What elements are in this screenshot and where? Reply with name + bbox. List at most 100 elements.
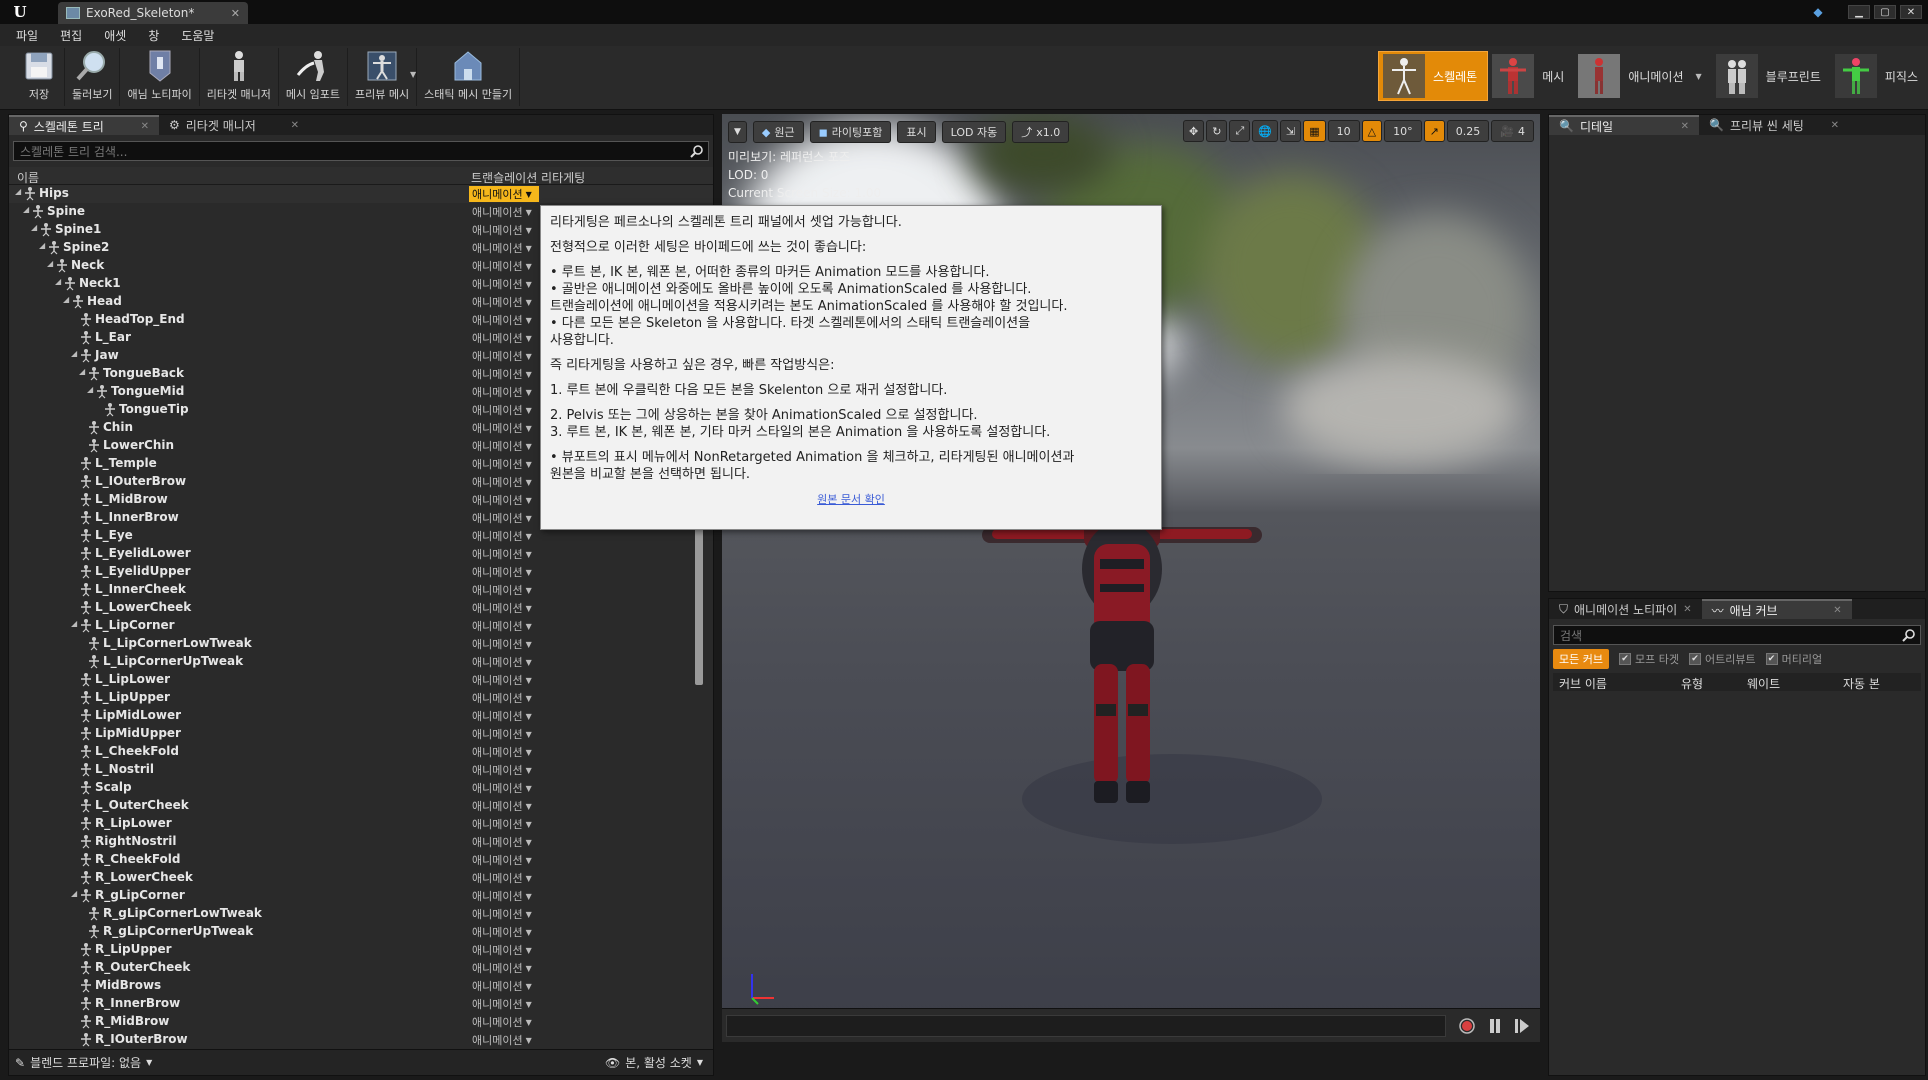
tab-skeleton-tree[interactable]: ⚲ 스켈레톤 트리 ✕ bbox=[9, 115, 159, 135]
bone-row[interactable]: R_LipUpper 애니메이션 ▼ bbox=[9, 941, 713, 959]
retarget-mode-dropdown[interactable]: 애니메이션 ▼ bbox=[469, 744, 539, 760]
retarget-mode-dropdown[interactable]: 애니메이션 ▼ bbox=[469, 492, 539, 508]
close-window-button[interactable]: ✕ bbox=[1900, 5, 1922, 19]
grid-snap-value[interactable]: 10 bbox=[1327, 120, 1360, 142]
retarget-mode-dropdown[interactable]: 애니메이션 ▼ bbox=[469, 618, 539, 634]
mode-skeleton-button[interactable]: 스켈레톤 bbox=[1378, 51, 1489, 101]
retarget-mode-dropdown[interactable]: 애니메이션 ▼ bbox=[469, 726, 539, 742]
bone-row[interactable]: L_OuterCheek 애니메이션 ▼ bbox=[9, 797, 713, 815]
bone-row[interactable]: L_LipCornerLowTweak 애니메이션 ▼ bbox=[9, 635, 713, 653]
grid-snap-icon[interactable]: ▦ bbox=[1303, 120, 1326, 142]
translate-icon[interactable]: ✥ bbox=[1183, 120, 1205, 142]
expand-arrow-icon[interactable]: ◢ bbox=[55, 277, 61, 286]
close-tab-icon[interactable]: ✕ bbox=[291, 120, 299, 131]
unreal-logo-icon[interactable]: U bbox=[0, 0, 40, 24]
expand-arrow-icon[interactable]: ◢ bbox=[71, 889, 77, 898]
retarget-mode-dropdown[interactable]: 애니메이션 ▼ bbox=[469, 456, 539, 472]
menu-file[interactable]: 파일 bbox=[16, 27, 38, 44]
bone-row[interactable]: R_OuterCheek 애니메이션 ▼ bbox=[9, 959, 713, 977]
close-tab-icon[interactable]: ✕ bbox=[1833, 605, 1841, 616]
retarget-mode-dropdown[interactable]: 애니메이션 ▼ bbox=[469, 330, 539, 346]
anim-notify-button[interactable]: 애님 노티파이 bbox=[120, 48, 200, 106]
bone-row[interactable]: LipMidLower 애니메이션 ▼ bbox=[9, 707, 713, 725]
column-type[interactable]: 유형 bbox=[1681, 675, 1703, 692]
retarget-mode-dropdown[interactable]: 애니메이션 ▼ bbox=[469, 204, 539, 220]
close-tab-icon[interactable]: ✕ bbox=[1683, 604, 1691, 615]
bone-row[interactable]: L_Nostril 애니메이션 ▼ bbox=[9, 761, 713, 779]
bone-row[interactable]: MidBrows 애니메이션 ▼ bbox=[9, 977, 713, 995]
lod-button[interactable]: LOD 자동 bbox=[941, 121, 1007, 143]
column-auto-bone[interactable]: 자동 본 bbox=[1843, 675, 1880, 692]
world-local-icon[interactable]: 🌐 bbox=[1252, 120, 1278, 142]
blend-profile-dropdown[interactable]: ✎ 블렌드 프로파일: 없음 ▼ bbox=[15, 1054, 152, 1071]
retarget-mode-dropdown[interactable]: 애니메이션 ▼ bbox=[469, 366, 539, 382]
expand-arrow-icon[interactable]: ◢ bbox=[15, 187, 21, 196]
surface-snap-icon[interactable]: ⇲ bbox=[1279, 120, 1302, 142]
bone-row[interactable]: L_CheekFold 애니메이션 ▼ bbox=[9, 743, 713, 761]
column-translation-retargeting[interactable]: 트랜슬레이션 리타게팅 bbox=[471, 169, 585, 186]
view-docs-link[interactable]: 원본 문서 확인 bbox=[550, 491, 1152, 508]
bone-row[interactable]: L_LipUpper 애니메이션 ▼ bbox=[9, 689, 713, 707]
viewport-options-button[interactable]: ▼ bbox=[728, 121, 747, 143]
retarget-mode-dropdown[interactable]: 애니메이션 ▼ bbox=[469, 312, 539, 328]
bone-row[interactable]: R_gLipCornerUpTweak 애니메이션 ▼ bbox=[9, 923, 713, 941]
retarget-mode-dropdown[interactable]: 애니메이션 ▼ bbox=[469, 654, 539, 670]
retarget-mode-dropdown[interactable]: 애니메이션 ▼ bbox=[469, 582, 539, 598]
retarget-mode-dropdown[interactable]: 애니메이션 ▼ bbox=[469, 222, 539, 238]
retarget-mode-dropdown[interactable]: 애니메이션 ▼ bbox=[469, 924, 539, 940]
preview-mesh-button[interactable]: 프리뷰 메시 ▼ bbox=[348, 48, 418, 106]
show-button[interactable]: 표시 bbox=[897, 121, 936, 143]
tab-preview-scene-settings[interactable]: 🔍 프리뷰 씬 세팅 ✕ bbox=[1699, 115, 1849, 135]
column-weight[interactable]: 웨이트 bbox=[1747, 675, 1780, 692]
retarget-mode-dropdown[interactable]: 애니메이션 ▼ bbox=[469, 870, 539, 886]
minimize-button[interactable]: ▁ bbox=[1848, 5, 1870, 19]
bone-row[interactable]: R_MidBrow 애니메이션 ▼ bbox=[9, 1013, 713, 1031]
close-tab-icon[interactable]: ✕ bbox=[231, 7, 240, 20]
menu-asset[interactable]: 애셋 bbox=[104, 27, 126, 44]
browse-button[interactable]: 둘러보기 bbox=[65, 48, 121, 106]
angle-snap-value[interactable]: 10° bbox=[1384, 120, 1422, 142]
retarget-mode-dropdown[interactable]: 애니메이션 ▼ bbox=[469, 240, 539, 256]
retarget-mode-dropdown[interactable]: 애니메이션 ▼ bbox=[469, 762, 539, 778]
expand-arrow-icon[interactable]: ◢ bbox=[71, 619, 77, 628]
bone-row[interactable]: R_IOuterBrow 애니메이션 ▼ bbox=[9, 1031, 713, 1047]
retarget-mode-dropdown[interactable]: 애니메이션 ▼ bbox=[469, 402, 539, 418]
expand-arrow-icon[interactable]: ◢ bbox=[47, 259, 53, 268]
retarget-mode-dropdown[interactable]: 애니메이션 ▼ bbox=[469, 384, 539, 400]
retarget-mode-dropdown[interactable]: 애니메이션 ▼ bbox=[469, 906, 539, 922]
close-tab-icon[interactable]: ✕ bbox=[141, 121, 149, 132]
import-mesh-button[interactable]: 메시 임포트 bbox=[279, 48, 349, 106]
lighting-button[interactable]: ◼ 라이팅포함 bbox=[809, 121, 892, 143]
rotate-icon[interactable]: ↻ bbox=[1206, 120, 1228, 142]
retarget-mode-dropdown[interactable]: 애니메이션 ▼ bbox=[469, 852, 539, 868]
bone-row[interactable]: R_InnerBrow 애니메이션 ▼ bbox=[9, 995, 713, 1013]
record-icon[interactable] bbox=[1458, 1017, 1476, 1035]
retarget-mode-dropdown[interactable]: 애니메이션 ▼ bbox=[469, 186, 539, 202]
retarget-mode-dropdown[interactable]: 애니메이션 ▼ bbox=[469, 636, 539, 652]
retarget-mode-dropdown[interactable]: 애니메이션 ▼ bbox=[469, 996, 539, 1012]
close-tab-icon[interactable]: ✕ bbox=[1681, 121, 1689, 132]
retarget-manager-button[interactable]: 리타겟 매니저 bbox=[200, 48, 279, 106]
column-curve-name[interactable]: 커브 이름 bbox=[1559, 675, 1607, 692]
retarget-mode-dropdown[interactable]: 애니메이션 ▼ bbox=[469, 420, 539, 436]
character-mesh[interactable] bbox=[922, 509, 1322, 969]
retarget-mode-dropdown[interactable]: 애니메이션 ▼ bbox=[469, 564, 539, 580]
animation-dropdown-icon[interactable]: ▼ bbox=[1696, 72, 1702, 81]
bone-row[interactable]: L_LipLower 애니메이션 ▼ bbox=[9, 671, 713, 689]
retarget-mode-dropdown[interactable]: 애니메이션 ▼ bbox=[469, 294, 539, 310]
retarget-mode-dropdown[interactable]: 애니메이션 ▼ bbox=[469, 942, 539, 958]
bone-row[interactable]: R_LowerCheek 애니메이션 ▼ bbox=[9, 869, 713, 887]
scale-snap-value[interactable]: 0.25 bbox=[1446, 120, 1490, 142]
expand-arrow-icon[interactable]: ◢ bbox=[87, 385, 93, 394]
save-button[interactable]: 저장 bbox=[14, 48, 65, 106]
step-forward-icon[interactable] bbox=[1514, 1018, 1530, 1034]
maximize-button[interactable]: ▢ bbox=[1874, 5, 1896, 19]
retarget-mode-dropdown[interactable]: 애니메이션 ▼ bbox=[469, 1032, 539, 1047]
retarget-mode-dropdown[interactable]: 애니메이션 ▼ bbox=[469, 834, 539, 850]
retarget-mode-dropdown[interactable]: 애니메이션 ▼ bbox=[469, 672, 539, 688]
retarget-mode-dropdown[interactable]: 애니메이션 ▼ bbox=[469, 780, 539, 796]
preview-mesh-dropdown-icon[interactable]: ▼ bbox=[410, 70, 416, 79]
tab-retarget-manager[interactable]: ⚙ 리타겟 매니저 ✕ bbox=[159, 115, 309, 135]
bone-filter-dropdown[interactable]: 👁 본, 활성 소켓 ▼ bbox=[605, 1054, 703, 1071]
tab-anim-curves[interactable]: 〰 애님 커브 ✕ bbox=[1701, 599, 1852, 619]
